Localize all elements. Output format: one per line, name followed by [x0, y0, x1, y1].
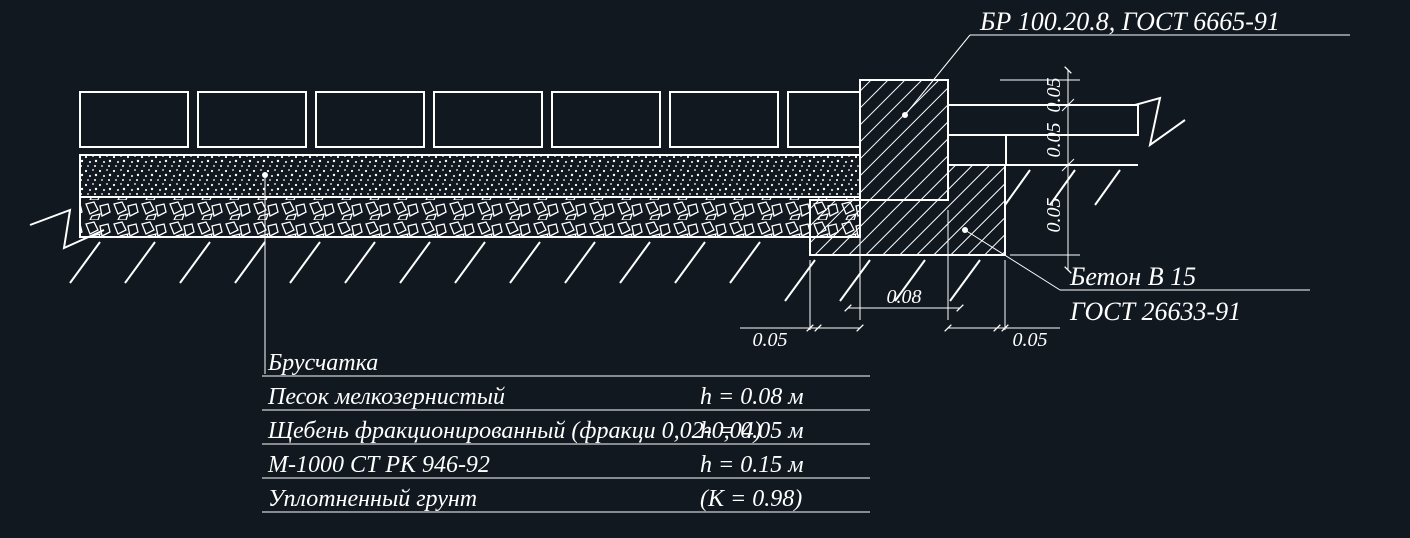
vertical-dim-chain: 0.05 0.05 0.05	[1000, 70, 1080, 270]
legend-row-0-material: Брусчатка	[267, 350, 378, 376]
legend-row-1-value: h = 0.08 м	[700, 384, 804, 410]
dim-horiz-mid: 0.08	[887, 286, 922, 308]
concrete-callout-text-1: Бетон В 15	[1069, 262, 1196, 291]
kerb-block	[860, 80, 948, 200]
sand-layer	[80, 155, 860, 197]
legend-table: Брусчатка Песок мелкозернистый h = 0.08 …	[262, 350, 870, 512]
kerb-leader: БР 100.20.8, ГОСТ 6665-91	[902, 7, 1350, 118]
right-break-line	[1135, 98, 1185, 145]
dim-horiz-left: 0.05	[753, 329, 788, 351]
legend-row-4-value: (K = 0.98)	[700, 486, 802, 512]
right-strip-bot	[948, 135, 1006, 165]
dim-bot-vert: 0.05	[1043, 198, 1065, 233]
kerb-callout-text: БР 100.20.8, ГОСТ 6665-91	[979, 7, 1280, 36]
dim-horiz-right: 0.05	[1013, 329, 1048, 351]
legend-row-1-material: Песок мелкозернистый	[267, 384, 505, 410]
legend-row-3-material: М-1000 СТ РК 946-92	[267, 452, 490, 478]
legend-row-2-value: h = 0.05 м	[700, 418, 804, 444]
legend-row-4-material: Уплотненный грунт	[268, 486, 477, 512]
legend-row-3-value: h = 0.15 м	[700, 452, 804, 478]
concrete-leader: Бетон В 15 ГОСТ 26633-91	[962, 227, 1310, 326]
paving-layer	[80, 92, 860, 147]
concrete-callout-text-2: ГОСТ 26633-91	[1069, 297, 1241, 326]
cad-drawing: БР 100.20.8, ГОСТ 6665-91 Бетон В 15 ГОС…	[0, 0, 1410, 538]
dim-top-vert: 0.05	[1043, 78, 1065, 113]
dim-mid-vert: 0.05	[1043, 123, 1065, 158]
legend-row-2-material: Щебень фракционированный (фракци 0,02-0,…	[267, 418, 762, 444]
crushed-stone-layer	[80, 197, 860, 237]
